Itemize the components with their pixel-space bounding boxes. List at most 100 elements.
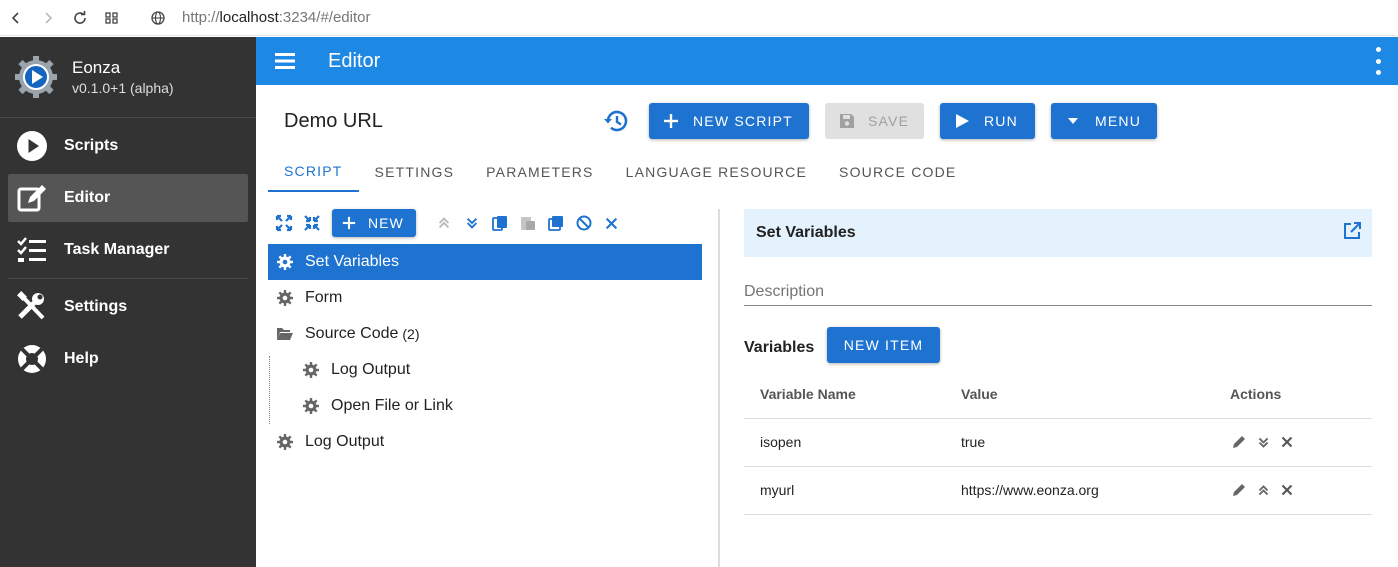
gear-icon: [268, 290, 302, 306]
tree-node-label: Set Variables: [305, 253, 399, 270]
description-field[interactable]: [744, 278, 1372, 306]
apps-grid-icon[interactable]: [96, 0, 128, 36]
tree-node[interactable]: Source Code (2): [268, 316, 702, 352]
delete-icon[interactable]: [598, 209, 626, 237]
tree-node-label: Log Output: [305, 433, 385, 450]
tree-node-label: Log Output: [331, 361, 411, 378]
delete-icon[interactable]: [1278, 481, 1296, 499]
sidebar-item-task-manager[interactable]: Task Manager: [0, 226, 248, 274]
url-host: localhost: [219, 9, 279, 26]
tree-guide-line: [269, 356, 270, 424]
tree-node[interactable]: Set Variables: [268, 244, 702, 280]
more-vert-icon[interactable]: [1370, 47, 1386, 75]
move-down-icon[interactable]: [1254, 433, 1272, 451]
eonza-logo-icon: [14, 55, 58, 99]
copy-icon[interactable]: [486, 209, 514, 237]
sidebar: Eonza v0.1.0+1 (alpha) Scripts Editor Ta…: [0, 37, 256, 567]
gear-icon: [294, 398, 328, 414]
url-path: :3234/#/editor: [278, 9, 371, 26]
history-icon[interactable]: [603, 108, 629, 134]
plus-icon: [661, 111, 681, 131]
tab-script[interactable]: SCRIPT: [268, 152, 359, 192]
tree-node-label: Open File or Link: [331, 397, 453, 414]
edit-icon: [16, 182, 48, 214]
column-header: Actions: [1214, 370, 1372, 419]
save-button[interactable]: SAVE: [825, 103, 924, 139]
row-actions: [1230, 481, 1372, 499]
hamburger-menu-icon[interactable]: [256, 37, 314, 85]
editor-tabs: SCRIPT SETTINGS PARAMETERS LANGUAGE RESO…: [268, 152, 972, 192]
gear-icon: [268, 254, 302, 270]
checklist-icon: [16, 234, 48, 266]
gear-icon: [294, 362, 328, 378]
tree-node-label: Source Code: [305, 325, 399, 342]
new-command-button[interactable]: NEW: [332, 209, 416, 237]
move-up-icon[interactable]: [1254, 481, 1272, 499]
new-command-label: NEW: [368, 215, 404, 231]
sidebar-item-settings[interactable]: Settings: [0, 283, 248, 331]
collapse-all-icon[interactable]: [298, 209, 326, 237]
menu-label: MENU: [1095, 113, 1142, 129]
duplicate-icon[interactable]: [542, 209, 570, 237]
tree-node-label: Form: [305, 289, 343, 306]
table-row: myurl https://www.eonza.org: [744, 466, 1372, 515]
delete-icon[interactable]: [1278, 433, 1296, 451]
lifebuoy-icon: [16, 343, 48, 375]
column-header[interactable]: Variable Name: [744, 370, 945, 419]
new-item-button[interactable]: NEW ITEM: [827, 327, 940, 363]
disable-icon[interactable]: [570, 209, 598, 237]
tree-node[interactable]: Form: [268, 280, 702, 316]
sidebar-item-editor[interactable]: Editor: [8, 174, 248, 222]
move-down-icon[interactable]: [458, 209, 486, 237]
run-button[interactable]: RUN: [940, 103, 1035, 139]
tree-toolbar: NEW: [270, 209, 626, 237]
menu-button[interactable]: MENU: [1051, 103, 1157, 139]
reload-icon[interactable]: [64, 0, 96, 36]
play-icon: [952, 111, 972, 131]
tab-settings[interactable]: SETTINGS: [359, 152, 471, 192]
forward-icon[interactable]: [32, 0, 64, 36]
new-script-label: NEW SCRIPT: [693, 113, 793, 129]
panel-divider[interactable]: [718, 209, 720, 567]
tab-parameters[interactable]: PARAMETERS: [470, 152, 609, 192]
sidebar-item-label: Editor: [64, 189, 111, 206]
tab-source-code[interactable]: SOURCE CODE: [823, 152, 972, 192]
command-title: Set Variables: [756, 224, 856, 241]
app-name: Eonza: [72, 58, 121, 77]
variable-value-cell: https://www.eonza.org: [945, 466, 1214, 515]
script-title: Demo URL: [284, 110, 383, 132]
paste-icon[interactable]: [514, 209, 542, 237]
brand: Eonza v0.1.0+1 (alpha): [0, 37, 256, 118]
sidebar-divider: [8, 278, 248, 279]
column-header[interactable]: Value: [945, 370, 1214, 419]
save-label: SAVE: [868, 113, 910, 129]
folder-open-icon: [268, 326, 302, 342]
variable-name-cell: isopen: [744, 418, 945, 467]
open-in-new-icon[interactable]: [1342, 221, 1362, 241]
move-up-icon[interactable]: [430, 209, 458, 237]
address-bar[interactable]: http://localhost:3234/#/editor: [182, 9, 370, 26]
tab-language-resource[interactable]: LANGUAGE RESOURCE: [610, 152, 823, 192]
sidebar-item-scripts[interactable]: Scripts: [0, 122, 248, 170]
table-header-row: Variable Name Value Actions: [744, 370, 1372, 419]
save-icon: [837, 111, 857, 131]
gear-icon: [268, 434, 302, 450]
tools-icon: [16, 291, 48, 323]
pencil-icon[interactable]: [1230, 481, 1248, 499]
tree-node[interactable]: Log Output: [268, 424, 702, 460]
expand-all-icon[interactable]: [270, 209, 298, 237]
sidebar-item-label: Scripts: [64, 137, 119, 154]
tree-node[interactable]: Log Output: [268, 352, 702, 388]
variable-value-cell: true: [945, 418, 1214, 467]
tree-node[interactable]: Open File or Link: [268, 388, 702, 424]
script-tree: Set Variables Form Source Code (2) Log O…: [268, 244, 702, 460]
pencil-icon[interactable]: [1230, 433, 1248, 451]
tree-children: Log Output Open File or Link: [268, 352, 702, 424]
app-version: v0.1.0+1 (alpha): [72, 80, 174, 96]
sidebar-item-label: Settings: [64, 298, 128, 315]
sidebar-item-help[interactable]: Help: [0, 335, 248, 383]
command-header: Set Variables: [744, 209, 1372, 257]
new-script-button[interactable]: NEW SCRIPT: [649, 103, 809, 139]
back-icon[interactable]: [0, 0, 32, 36]
row-actions: [1230, 433, 1372, 451]
